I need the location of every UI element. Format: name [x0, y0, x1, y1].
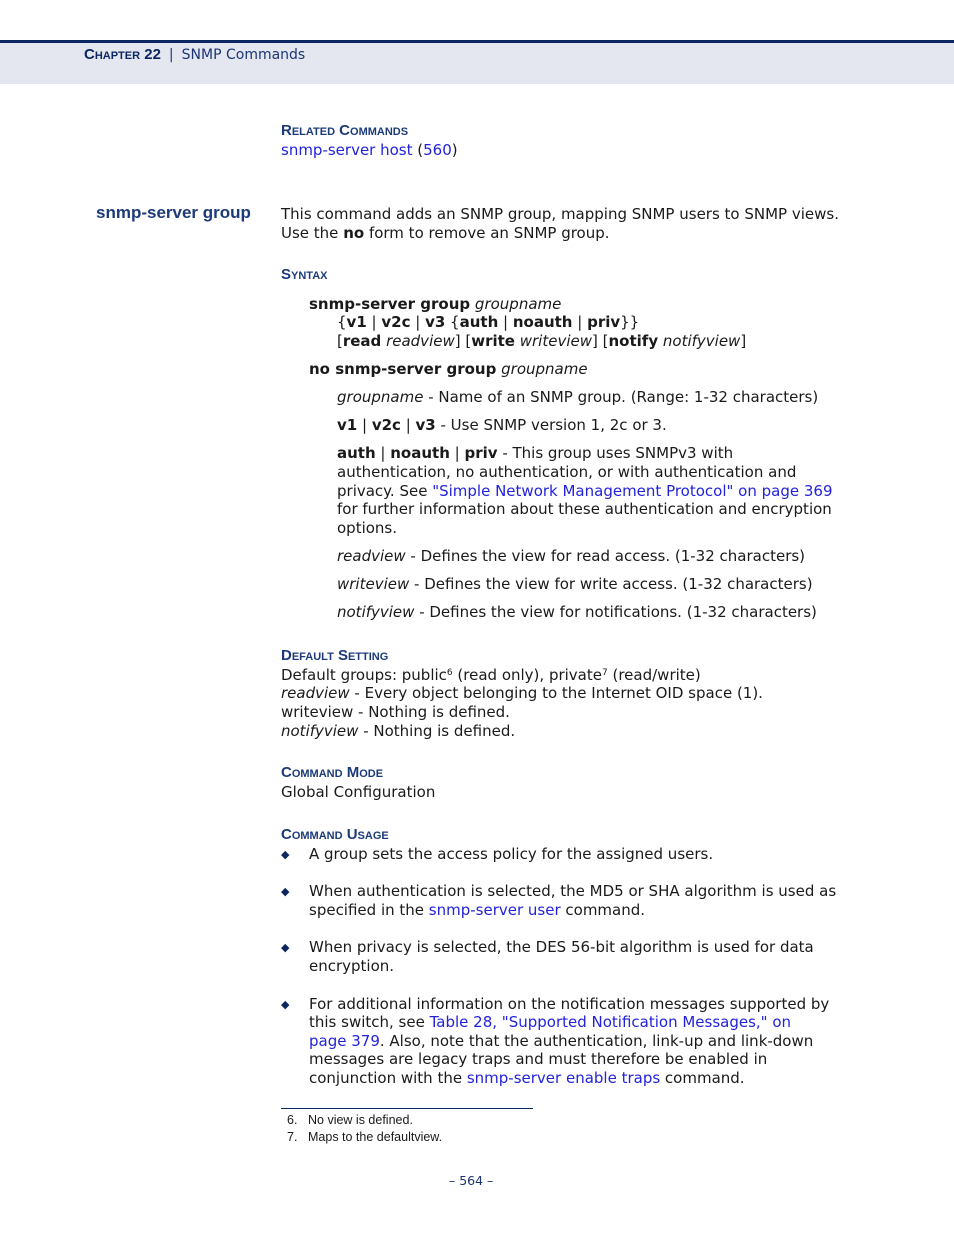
page-379-link[interactable]: page 379	[309, 1032, 380, 1050]
param-auth-4: for further information about these auth…	[337, 500, 832, 518]
usage-bullet-4-line-3: page 379. Also, note that the authentica…	[309, 1032, 814, 1050]
param-auth-1: auth | noauth | priv - This group uses S…	[337, 444, 734, 462]
command-description-1: This command adds an SNMP group, mapping…	[281, 205, 839, 223]
table-28-link[interactable]: Table 28, "Supported Notification Messag…	[430, 1013, 791, 1031]
default-readview: readview - Every object belonging to the…	[281, 684, 763, 702]
footnote-rule	[281, 1108, 533, 1109]
default-groups: Default groups: public6 (read only), pri…	[281, 666, 701, 684]
param-writeview: writeview - Defines the view for write a…	[337, 575, 813, 593]
page-560-link[interactable]: 560	[423, 141, 452, 159]
param-version: v1 | v2c | v3 - Use SNMP version 1, 2c o…	[337, 416, 667, 434]
snmp-server-enable-traps-link[interactable]: snmp-server enable traps	[467, 1069, 660, 1087]
usage-bullet-4-line-2: this switch, see Table 28, "Supported No…	[309, 1013, 792, 1031]
syntax-line-2: {v1 | v2c | v3 {auth | noauth | priv}}	[337, 313, 640, 331]
chapter-title: SNMP Commands	[181, 47, 306, 63]
command-usage-heading: Command Usage	[281, 826, 389, 843]
related-commands-heading: Related Commands	[281, 122, 409, 139]
usage-bullet-4-line-4: messages are legacy traps and must there…	[309, 1050, 768, 1068]
param-groupname: groupname - Name of an SNMP group. (Rang…	[337, 388, 819, 406]
command-title: snmp-server group	[96, 203, 251, 222]
chapter-label: Chapter 22	[84, 46, 161, 63]
running-header: Chapter 22 | SNMP Commands	[84, 46, 306, 63]
diamond-bullet-icon: ◆	[281, 848, 290, 861]
command-mode-value: Global Configuration	[281, 783, 436, 801]
usage-bullet-4-line-1: For additional information on the notifi…	[309, 995, 830, 1013]
page-number: – 564 –	[449, 1173, 494, 1188]
param-readview: readview - Defines the view for read acc…	[337, 547, 806, 565]
default-notifyview: notifyview - Nothing is defined.	[281, 722, 516, 740]
command-mode-heading: Command Mode	[281, 764, 384, 781]
diamond-bullet-icon: ◆	[281, 941, 290, 954]
usage-bullet-1: A group sets the access policy for the a…	[309, 845, 714, 863]
diamond-bullet-icon: ◆	[281, 885, 290, 898]
param-auth-5: options.	[337, 519, 398, 537]
usage-bullet-4-line-5: conjunction with the snmp-server enable …	[309, 1069, 745, 1087]
footnote-7: 7. Maps to the defaultview.	[287, 1130, 443, 1144]
default-setting-heading: Default Setting	[281, 647, 389, 664]
usage-bullet-2-line-2: specified in the snmp-server user comman…	[309, 901, 646, 919]
param-auth-3: privacy. See "Simple Network Management …	[337, 482, 833, 500]
related-commands-line: snmp-server host (560)	[281, 141, 458, 159]
usage-bullet-3-line-1: When privacy is selected, the DES 56-bit…	[309, 938, 814, 956]
param-auth-2: authentication, no authentication, or wi…	[337, 463, 797, 481]
footnote-6: 6. No view is defined.	[287, 1113, 413, 1127]
default-writeview: writeview - Nothing is defined.	[281, 703, 510, 721]
syntax-no-form: no snmp-server group groupname	[309, 360, 588, 378]
syntax-line-1: snmp-server group groupname	[309, 295, 562, 313]
usage-bullet-3-line-2: encryption.	[309, 957, 395, 975]
syntax-heading: Syntax	[281, 266, 328, 283]
command-description-2: Use the no form to remove an SNMP group.	[281, 224, 610, 242]
diamond-bullet-icon: ◆	[281, 998, 290, 1011]
usage-bullet-2-line-1: When authentication is selected, the MD5…	[309, 882, 837, 900]
snmp-server-user-link[interactable]: snmp-server user	[429, 901, 561, 919]
snmp-server-host-link[interactable]: snmp-server host	[281, 141, 413, 159]
snmp-protocol-link[interactable]: "Simple Network Management Protocol" on …	[432, 482, 832, 500]
syntax-line-3: [read readview] [write writeview] [notif…	[337, 332, 747, 350]
param-notifyview: notifyview - Defines the view for notifi…	[337, 603, 817, 621]
